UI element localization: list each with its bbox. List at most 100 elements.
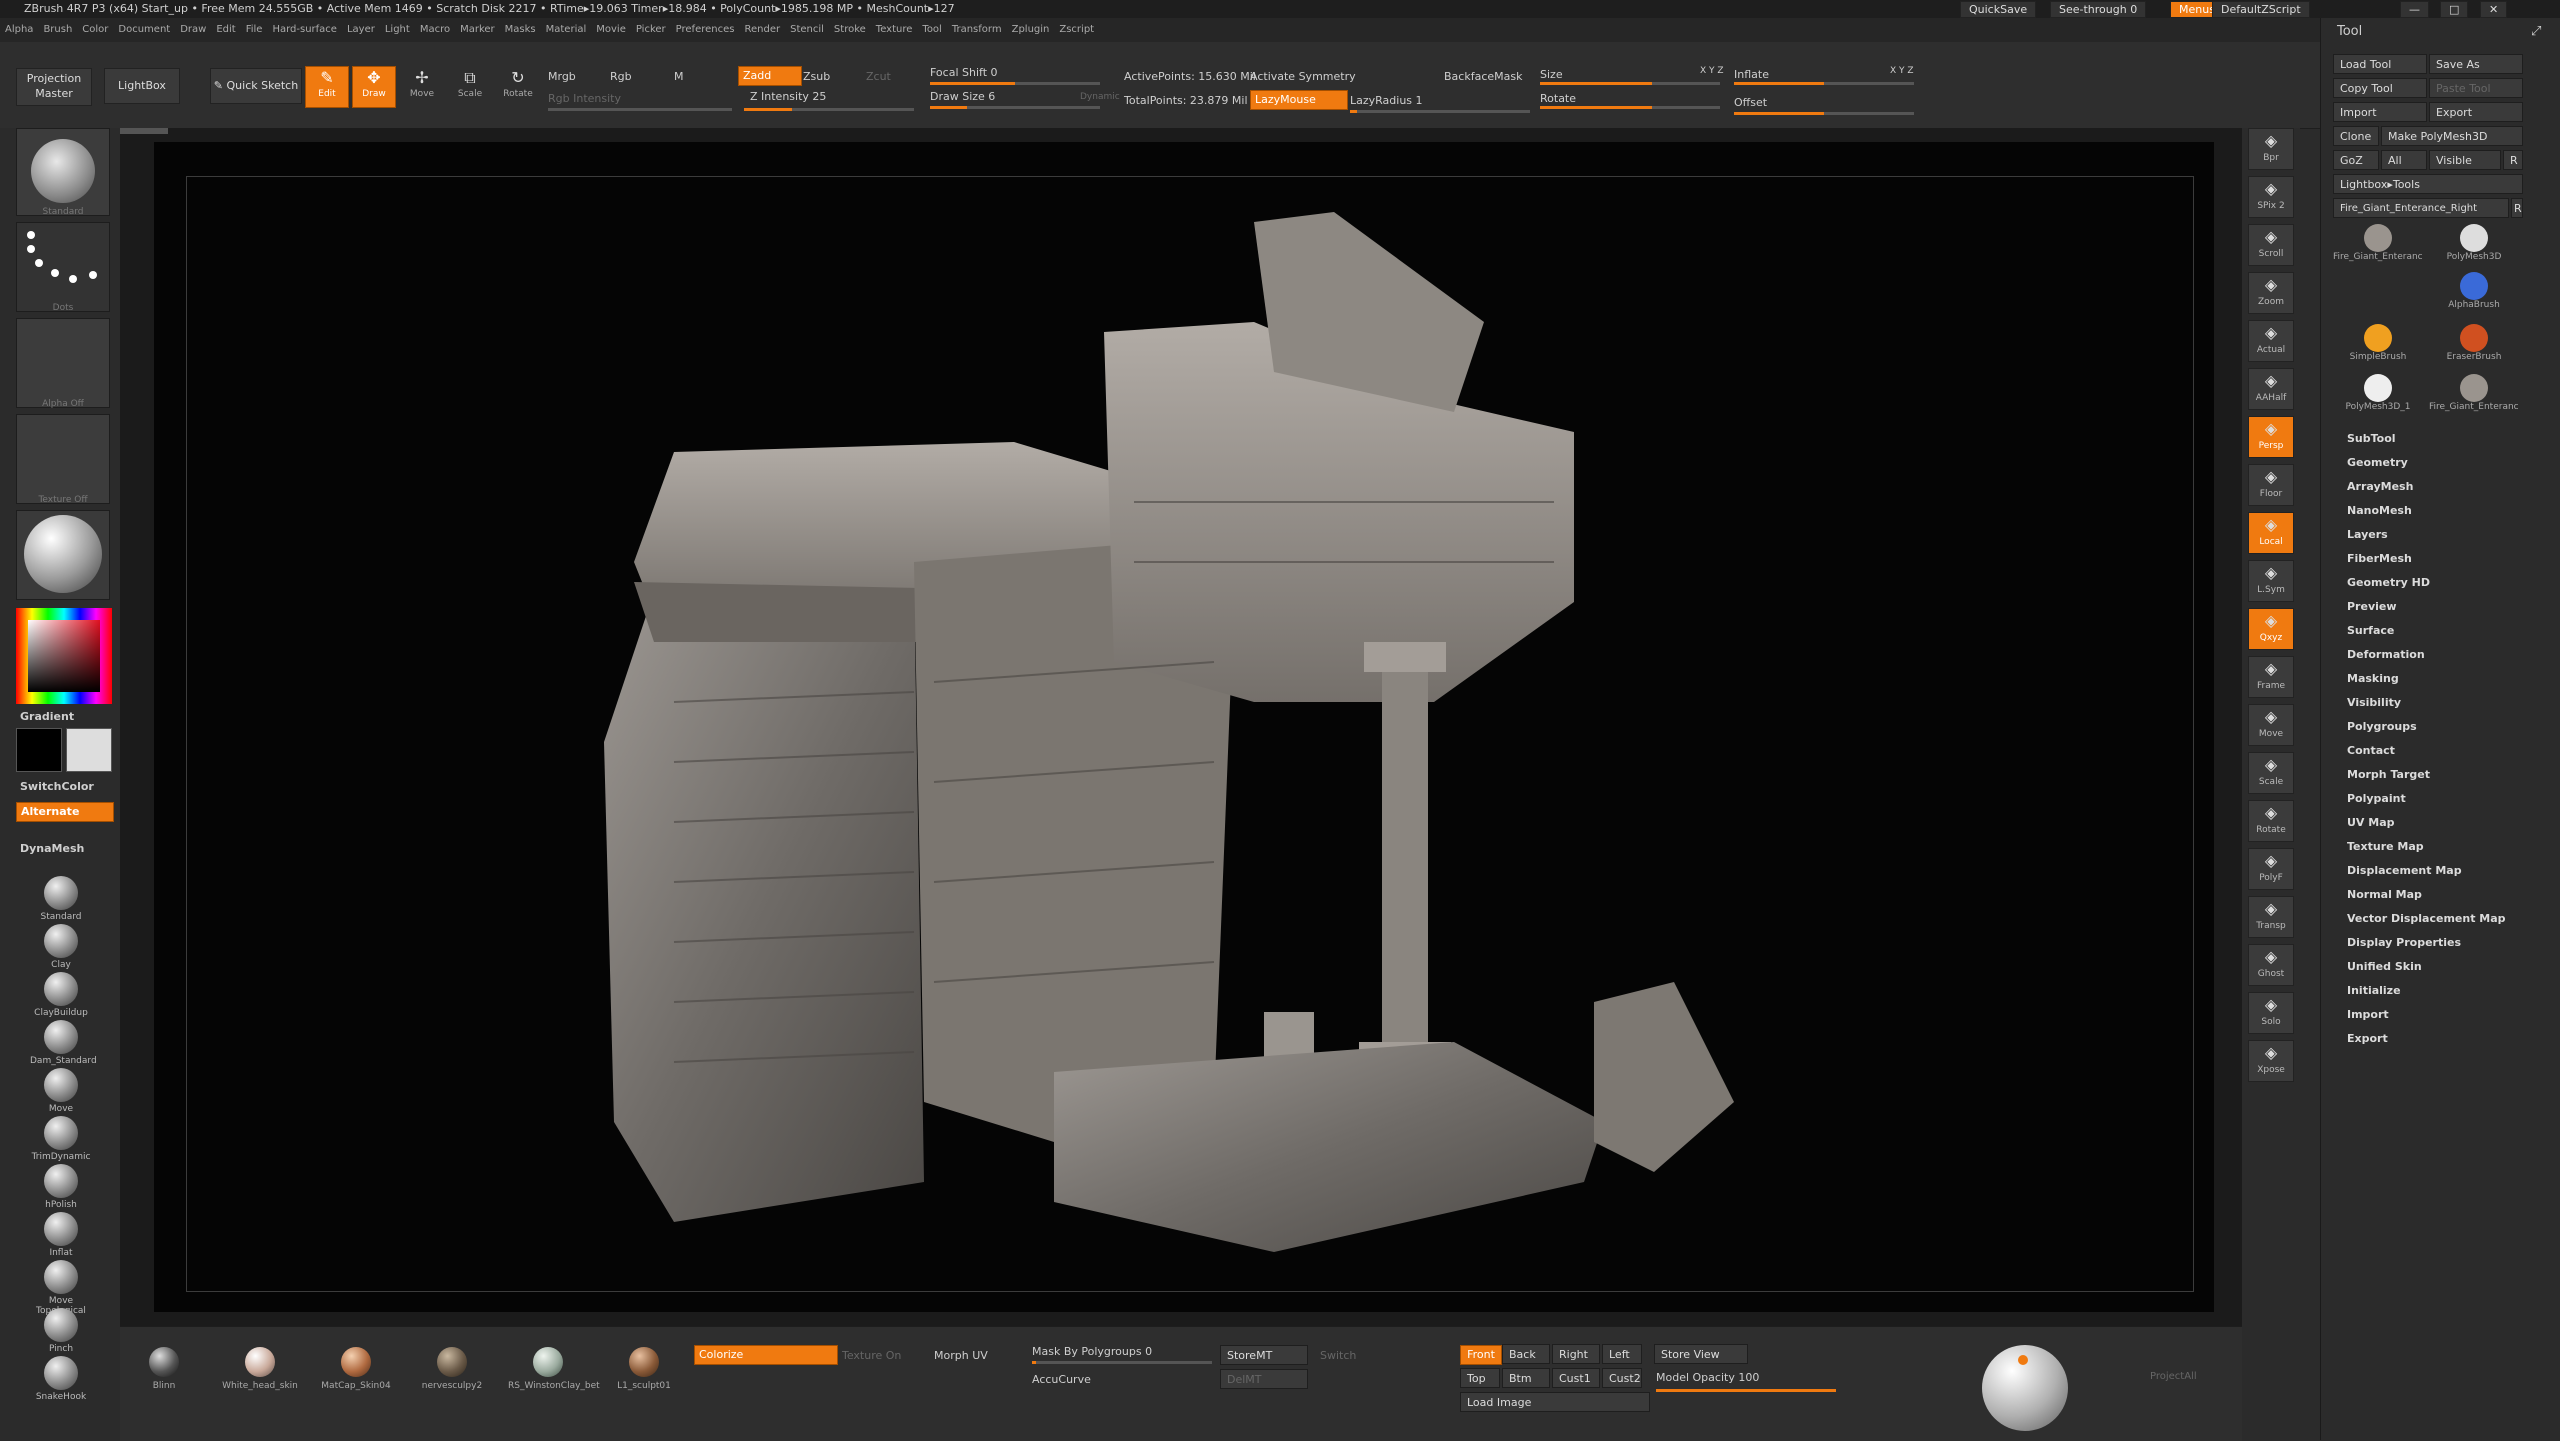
size-track[interactable] (1540, 82, 1720, 85)
section-geometry[interactable]: Geometry (2347, 456, 2408, 469)
goz-button[interactable]: GoZ (2333, 150, 2379, 170)
rotate-button[interactable]: ↻ Rotate (496, 66, 540, 108)
section-layers[interactable]: Layers (2347, 528, 2388, 541)
delmt-button[interactable]: DelMT (1220, 1369, 1308, 1389)
back-view-button[interactable]: Back (1502, 1344, 1550, 1364)
menu-item-edit[interactable]: Edit (211, 18, 240, 42)
material-matcap-skin04[interactable]: MatCap_Skin04 (316, 1347, 396, 1391)
mask-by-polygroups-slider[interactable]: Mask By Polygroups 0 (1032, 1345, 1152, 1358)
section-morph-target[interactable]: Morph Target (2347, 768, 2430, 781)
current-tool-slider[interactable]: Fire_Giant_Enterance_Right (2333, 198, 2509, 218)
rgb-toggle[interactable]: Rgb (610, 70, 632, 83)
m-toggle[interactable]: M (674, 70, 684, 83)
secondary-color-swatch[interactable] (66, 728, 112, 772)
section-surface[interactable]: Surface (2347, 624, 2394, 637)
menu-item-texture[interactable]: Texture (871, 18, 918, 42)
project-all-button[interactable]: ProjectAll (2150, 1371, 2197, 1382)
section-polygroups[interactable]: Polygroups (2347, 720, 2417, 733)
brush-clay[interactable]: Clay (30, 924, 92, 970)
section-masking[interactable]: Masking (2347, 672, 2399, 685)
menu-item-transform[interactable]: Transform (947, 18, 1007, 42)
frame-button[interactable]: ◈ Frame (2248, 656, 2294, 698)
palette-popout-icon[interactable]: ⤢ (2531, 24, 2541, 39)
alternate-button[interactable]: Alternate (16, 802, 114, 822)
brush-move[interactable]: Move (30, 1068, 92, 1114)
size-xyz-toggle[interactable]: X Y Z (1700, 66, 1724, 76)
copy-tool-button[interactable]: Copy Tool (2333, 78, 2427, 98)
material-white-head-skin[interactable]: White_head_skin (220, 1347, 300, 1391)
ghost-button[interactable]: ◈ Ghost (2248, 944, 2294, 986)
xpose-button[interactable]: ◈ Xpose (2248, 1040, 2294, 1082)
section-fibermesh[interactable]: FiberMesh (2347, 552, 2412, 565)
actual-button[interactable]: ◈ Actual (2248, 320, 2294, 362)
menu-item-light[interactable]: Light (380, 18, 415, 42)
export-button[interactable]: Export (2429, 102, 2523, 122)
polyf-button[interactable]: ◈ PolyF (2248, 848, 2294, 890)
projection-master-button[interactable]: Projection Master (16, 68, 92, 106)
lazyradius-track[interactable] (1350, 110, 1530, 113)
z-intensity-track[interactable] (744, 108, 914, 111)
move-button[interactable]: ✢ Move (400, 66, 444, 108)
main-color-swatch[interactable] (16, 728, 62, 772)
brush-standard[interactable]: Standard (30, 876, 92, 922)
rotate-track[interactable] (1540, 106, 1720, 109)
clone-button[interactable]: Clone (2333, 126, 2379, 146)
ruins-model[interactable] (154, 142, 2214, 1312)
section-unified-skin[interactable]: Unified Skin (2347, 960, 2422, 973)
section-nanomesh[interactable]: NanoMesh (2347, 504, 2412, 517)
floor-button[interactable]: ◈ Floor (2248, 464, 2294, 506)
menu-item-layer[interactable]: Layer (342, 18, 380, 42)
color-picker[interactable] (16, 608, 112, 704)
cust2-view-button[interactable]: Cust2 (1602, 1368, 1642, 1388)
section-deformation[interactable]: Deformation (2347, 648, 2425, 661)
spix-2-button[interactable]: ◈ SPix 2 (2248, 176, 2294, 218)
load-image-button[interactable]: Load Image (1460, 1392, 1650, 1412)
tool-thumb-fire-giant-enterance-0[interactable]: Fire_Giant_Enterance (2333, 224, 2423, 268)
tool-thumb-eraserbrush-4[interactable]: EraserBrush (2429, 324, 2519, 368)
mask-by-polygroups-track[interactable] (1032, 1361, 1212, 1364)
inflate-xyz-toggle[interactable]: X Y Z (1890, 66, 1914, 76)
zsub-button[interactable]: Zsub (803, 70, 830, 83)
offset-track[interactable] (1734, 112, 1914, 115)
material-blinn[interactable]: Blinn (124, 1347, 204, 1391)
transp-button[interactable]: ◈ Transp (2248, 896, 2294, 938)
menu-item-macro[interactable]: Macro (415, 18, 455, 42)
menu-item-brush[interactable]: Brush (38, 18, 77, 42)
tool-thumb-fire-giant-enterance-6[interactable]: Fire_Giant_Enterance (2429, 374, 2519, 418)
zcut-button[interactable]: Zcut (866, 70, 891, 83)
brush-pinch[interactable]: Pinch (30, 1308, 92, 1354)
aahalf-button[interactable]: ◈ AAHalf (2248, 368, 2294, 410)
color-saturation-square[interactable] (28, 620, 100, 692)
section-subtool[interactable]: SubTool (2347, 432, 2396, 445)
tool-thumb-polymesh3d-1-5[interactable]: PolyMesh3D_1 (2333, 374, 2423, 418)
menu-item-marker[interactable]: Marker (455, 18, 500, 42)
draw-size-track[interactable] (930, 106, 1100, 109)
lazymouse-button[interactable]: LazyMouse (1250, 90, 1348, 110)
menu-item-masks[interactable]: Masks (500, 18, 541, 42)
menu-item-stencil[interactable]: Stencil (785, 18, 829, 42)
front-view-button[interactable]: Front (1460, 1345, 1502, 1365)
canvas[interactable] (154, 142, 2214, 1312)
zadd-button[interactable]: Zadd (738, 66, 802, 86)
window-maximize-icon[interactable]: □ (2440, 1, 2469, 18)
cust1-view-button[interactable]: Cust1 (1552, 1368, 1600, 1388)
section-displacement-map[interactable]: Displacement Map (2347, 864, 2462, 877)
goz-visible-button[interactable]: Visible (2429, 150, 2501, 170)
menu-item-zplugin[interactable]: Zplugin (1007, 18, 1055, 42)
material-thumbnail[interactable] (16, 510, 110, 600)
brush-thumbnail[interactable]: Standard (16, 128, 110, 217)
rotate-button[interactable]: ◈ Rotate (2248, 800, 2294, 842)
section-import[interactable]: Import (2347, 1008, 2389, 1021)
section-arraymesh[interactable]: ArrayMesh (2347, 480, 2413, 493)
morph-uv-button[interactable]: Morph UV (934, 1349, 988, 1362)
menu-item-render[interactable]: Render (739, 18, 785, 42)
paste-tool-button[interactable]: Paste Tool (2429, 78, 2523, 98)
material-rs-winstonclay-bet[interactable]: RS_WinstonClay_bet (508, 1347, 600, 1391)
quick-sketch-button[interactable]: ✎ Quick Sketch (210, 68, 302, 104)
menu-item-alpha[interactable]: Alpha (0, 18, 38, 42)
model-opacity-track[interactable] (1656, 1389, 1836, 1392)
tool-thumb-polymesh3d-1[interactable]: PolyMesh3D (2429, 224, 2519, 268)
lightbox-tools-button[interactable]: Lightbox▸Tools (2333, 174, 2523, 194)
backface-mask-button[interactable]: BackfaceMask (1444, 70, 1522, 83)
section-normal-map[interactable]: Normal Map (2347, 888, 2422, 901)
